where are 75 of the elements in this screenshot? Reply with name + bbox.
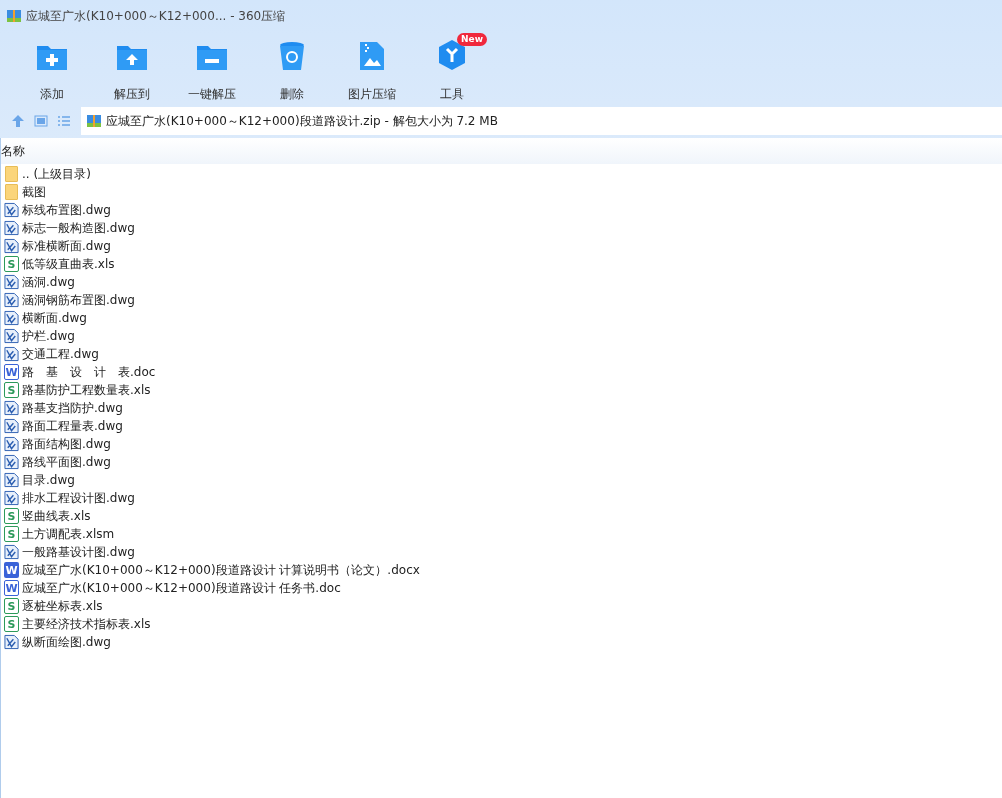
drawing-file-icon [4,220,19,236]
drawing-file-icon [4,544,19,560]
new-badge: New [457,33,487,46]
file-name[interactable]: .. (上级目录) [22,165,91,183]
archive-icon [6,8,22,24]
drawing-file-icon [4,274,19,290]
drawing-file-icon [4,292,19,308]
file-name[interactable]: 涵洞钢筋布置图.dwg [22,291,135,309]
toolbar-button[interactable]: New 工具 [412,33,492,103]
file-name[interactable]: 标准横断面.dwg [22,237,111,255]
toolbar-button[interactable]: 添加 [12,33,92,103]
drawing-file-icon [4,490,19,506]
drawing-file-icon [4,238,19,254]
file-name[interactable]: 路线平面图.dwg [22,453,111,471]
file-name[interactable]: 路基支挡防护.dwg [22,399,123,417]
file-name[interactable]: 土方调配表.xlsm [22,525,115,543]
view-icon[interactable] [33,113,49,129]
folder-icon [5,184,18,200]
spreadsheet-icon: S [4,616,19,632]
file-name[interactable]: 主要经济技术指标表.xls [22,615,151,633]
column-header[interactable]: 名称 [1,142,25,160]
address-bar[interactable]: 应城至广水(K10+000～K12+000)段道路设计.zip - 解包大小为 7.2 MB [81,107,1002,135]
toolbar-button[interactable]: 删除 [252,33,332,103]
toolbar-button[interactable]: 解压到 [92,33,172,103]
spreadsheet-icon: S [4,382,19,398]
folder-upload-icon [116,43,148,71]
drawing-file-icon [4,346,19,362]
spreadsheet-icon: S [4,508,19,524]
file-name[interactable]: 护栏.dwg [22,327,75,345]
up-arrow-icon[interactable] [10,113,26,129]
file-name[interactable]: 目录.dwg [22,471,75,489]
document-icon: W [4,562,19,578]
file-name[interactable]: 涵洞.dwg [22,273,75,291]
file-name[interactable]: 路面结构图.dwg [22,435,111,453]
toolbar-button[interactable]: 一键解压 [172,33,252,103]
file-name[interactable]: 竖曲线表.xls [22,507,91,525]
spreadsheet-icon: S [4,526,19,542]
drawing-file-icon [4,472,19,488]
drawing-file-icon [4,310,19,326]
list-icon[interactable] [56,113,72,129]
drawing-file-icon [4,202,19,218]
document-icon: W [4,580,19,596]
spreadsheet-icon: S [4,256,19,272]
drawing-file-icon [4,454,19,470]
file-name[interactable]: 路 基 设 计 表.doc [22,363,156,381]
file-name[interactable]: 路基防护工程数量表.xls [22,381,151,399]
document-icon: W [4,364,19,380]
folder-icon [5,166,18,182]
file-name[interactable]: 低等级直曲表.xls [22,255,115,273]
archive-icon [86,113,102,129]
drawing-file-icon [4,418,19,434]
drawing-file-icon [4,328,19,344]
file-name[interactable]: 排水工程设计图.dwg [22,489,135,507]
file-name[interactable]: 标线布置图.dwg [22,201,111,219]
folder-plus-icon [36,43,68,71]
file-name[interactable]: 一般路基设计图.dwg [22,543,135,561]
image-file-icon [359,41,385,71]
drawing-file-icon [4,400,19,416]
window-title: 应城至广水(K10+000～K12+000... - 360压缩 [26,8,286,25]
file-name[interactable]: 应城至广水(K10+000～K12+000)段道路设计 任务书.doc [22,579,341,597]
file-name[interactable]: 应城至广水(K10+000～K12+000)段道路设计 计算说明书（论文）.docx [22,561,420,579]
address-path: 应城至广水(K10+000～K12+000)段道路设计.zip - 解包大小为 7.2 MB [106,113,498,130]
file-name[interactable]: 纵断面绘图.dwg [22,633,111,651]
file-name[interactable]: 逐桩坐标表.xls [22,597,103,615]
toolbar-button[interactable]: 图片压缩 [332,33,412,103]
file-name[interactable]: 交通工程.dwg [22,345,99,363]
drawing-file-icon [4,436,19,452]
file-name[interactable]: 标志一般构造图.dwg [22,219,135,237]
drawing-file-icon [4,634,19,650]
spreadsheet-icon: S [4,598,19,614]
trash-icon [279,41,305,71]
file-name[interactable]: 横断面.dwg [22,309,87,327]
file-name[interactable]: 路面工程量表.dwg [22,417,123,435]
folder-minus-icon [196,43,228,71]
file-name[interactable]: 截图 [22,183,46,201]
